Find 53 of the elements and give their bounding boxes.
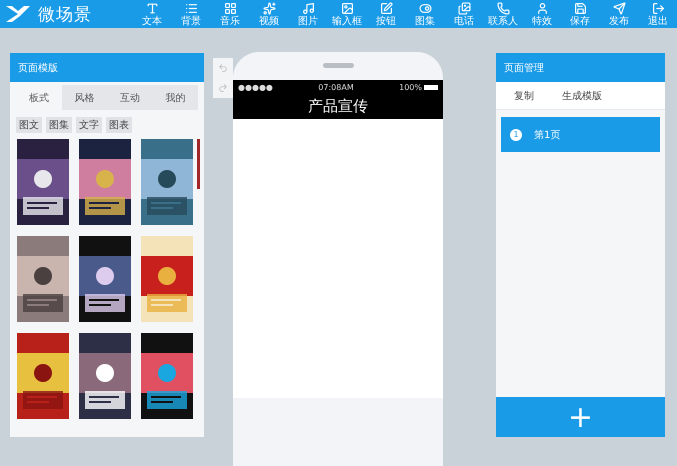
toolbar-button[interactable]: 电话 [445,0,483,28]
filter-chip[interactable]: 图文 [16,117,42,133]
gallery-icon [458,2,470,14]
page-label: 第1页 [534,128,560,142]
image-icon [340,2,354,14]
music-icon [302,2,314,14]
phone-icon [496,2,510,14]
tab[interactable]: 板式 [16,85,62,110]
edit-icon [380,2,392,14]
toolbar-button[interactable]: 按钮 [367,0,405,28]
page-number: 1 [510,128,522,140]
battery-level: 100% [399,82,422,92]
toolbar-button[interactable]: 保存 [561,0,599,28]
toolbar-button[interactable]: 退出 [639,0,677,28]
tab[interactable]: 风格 [62,85,107,110]
panel-title: 页面模版 [10,53,204,82]
toolbar-button[interactable]: 特效 [523,0,561,28]
tab[interactable]: 我的 [152,85,198,110]
action-link[interactable]: 生成模版 [556,86,608,104]
toolbar-button[interactable]: 图片 [289,0,327,28]
logo-text: 微场景 [38,4,92,26]
action-link[interactable]: 复制 [508,86,540,104]
add-page-button[interactable]: + [496,397,665,437]
send-icon [612,2,626,14]
clock: 07:08AM [318,82,354,92]
toolbar-button[interactable]: 文本 [133,0,171,28]
page-title: 产品宣传 [307,96,369,117]
filter-chip[interactable]: 图表 [106,117,132,133]
list-icon [184,2,198,14]
panel-title: 页面管理 [496,53,665,82]
grid-icon [224,2,236,14]
save-icon [574,2,586,14]
toggle-icon [418,2,432,14]
toolbar-button[interactable]: 视频 [250,0,288,28]
speaker [322,63,354,68]
filter-chip[interactable]: 图集 [46,117,72,133]
scrollbar[interactable] [197,139,200,189]
toolbar-button[interactable]: 图集 [406,0,444,28]
toolbar-button[interactable]: 输入框 [328,0,366,28]
signal-indicator: ●●●●● [238,82,273,92]
toolbar-button[interactable]: 联系人 [484,0,522,28]
toolbar-button[interactable]: 音乐 [211,0,249,28]
text-icon [146,2,158,14]
tab[interactable]: 互动 [107,85,152,110]
battery-icon [424,84,438,90]
page-item[interactable]: 1 第1页 [501,117,660,152]
exit-icon [652,2,664,14]
toolbar-button[interactable]: 发布 [600,0,638,28]
filter-chip[interactable]: 文字 [76,117,102,133]
user-icon [536,2,548,14]
toolbar-button[interactable]: 背景 [172,0,210,28]
logo-icon [4,4,32,24]
stars-icon [262,2,276,14]
